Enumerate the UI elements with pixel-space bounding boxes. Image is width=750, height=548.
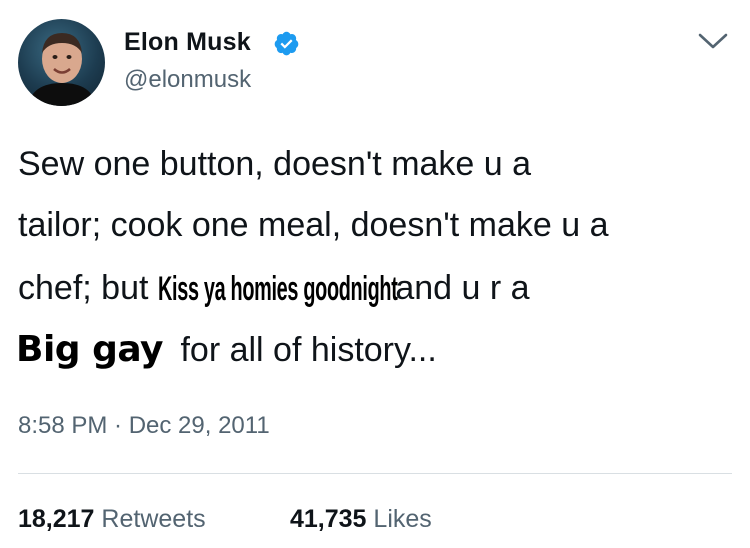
chevron-down-icon[interactable]	[697, 30, 729, 52]
verified-badge-icon	[274, 31, 299, 56]
retweets-count: 18,217	[18, 505, 95, 533]
tweet-text-line-3: chef; but Kiss ya homies goodnight and u…	[18, 268, 530, 308]
tweet-card: Elon Musk @elonmusk Sew one button, does…	[0, 0, 750, 548]
author-display-name[interactable]: Elon Musk	[124, 28, 251, 57]
likes-stat[interactable]: 41,735 Likes	[290, 505, 432, 534]
tweet-text-segment: and u r a	[385, 269, 530, 307]
edited-overlay-text: Big gay	[16, 329, 164, 370]
likes-label: Likes	[373, 505, 432, 533]
tweet-text-line-2: tailor; cook one meal, doesn't make u a	[18, 206, 609, 244]
tweet-text-segment: chef; but	[18, 269, 158, 307]
edited-overlay-text: Kiss ya homies goodnight	[157, 268, 398, 308]
retweets-stat[interactable]: 18,217 Retweets	[18, 505, 206, 534]
tweet-text-line-4: Big gay for all of history...	[16, 329, 437, 370]
tweet-text-line-1: Sew one button, doesn't make u a	[18, 145, 532, 183]
retweets-label: Retweets	[101, 505, 206, 533]
likes-count: 41,735	[290, 505, 367, 533]
avatar[interactable]	[18, 19, 105, 106]
tweet-text-segment: for all of history...	[171, 331, 437, 369]
tweet-timestamp[interactable]: 8:58 PM · Dec 29, 2011	[18, 412, 270, 440]
divider	[18, 473, 732, 474]
author-handle[interactable]: @elonmusk	[124, 66, 251, 94]
avatar-image	[28, 33, 96, 106]
